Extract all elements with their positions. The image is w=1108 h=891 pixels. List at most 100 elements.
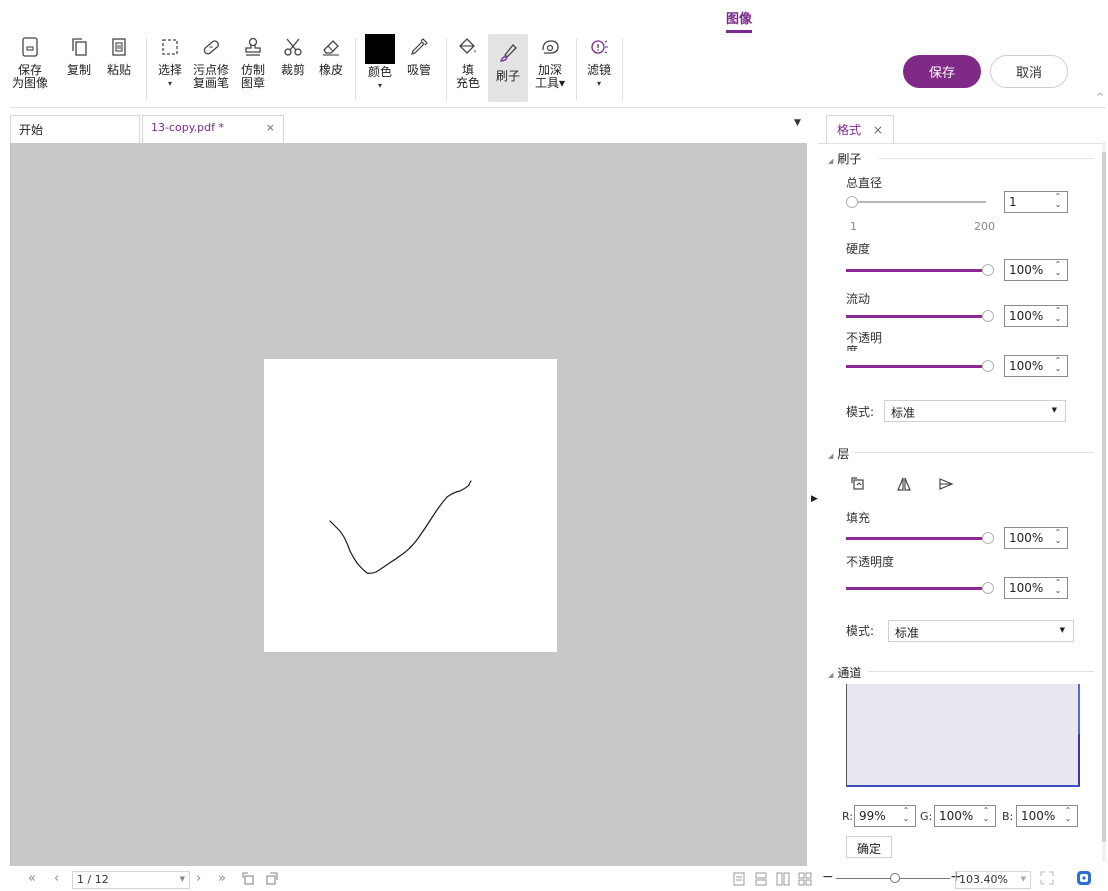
layer-opacity-input[interactable]: 100% ⌃ ⌄ [1004, 577, 1068, 599]
image-page[interactable] [264, 359, 557, 652]
tool-label: 图章 [240, 76, 265, 90]
tab-format[interactable]: 格式 × [826, 115, 894, 143]
spin-arrows-icon[interactable]: ⌃ ⌄ [900, 807, 912, 825]
zoom-slider[interactable] [836, 873, 950, 883]
copy-icon [66, 34, 92, 60]
tool-spot-heal[interactable]: 污点修 复画笔 [189, 34, 233, 90]
channel-curve-graph[interactable] [846, 684, 1080, 787]
tool-brush[interactable]: 刷子 [488, 34, 528, 102]
zoom-level-input[interactable]: 103.40% ▼ [955, 871, 1031, 889]
zoom-slider-knob[interactable] [890, 873, 900, 883]
tool-fill[interactable]: 填 充色 [451, 34, 485, 90]
hardness-input[interactable]: 100% ⌃ ⌄ [1004, 259, 1068, 281]
tool-label: 刷子 [495, 69, 520, 83]
two-page-view-icon[interactable] [776, 872, 790, 889]
assistant-icon[interactable] [1076, 870, 1092, 889]
tool-save-as-image[interactable]: 保存 为图像 [10, 34, 50, 90]
flip-horizontal-icon[interactable] [896, 476, 912, 495]
first-page-icon[interactable]: « [28, 871, 36, 886]
color-swatch [365, 34, 395, 64]
scrollbar-thumb[interactable] [1102, 152, 1106, 842]
slider-knob[interactable] [982, 532, 994, 544]
prev-page-icon[interactable]: ‹ [54, 871, 59, 886]
close-icon[interactable]: × [266, 121, 275, 134]
panel-toggle-icon[interactable]: ▶ [811, 494, 818, 504]
tool-eraser[interactable]: 橡皮 [314, 34, 348, 77]
image-canvas[interactable] [10, 143, 807, 866]
spin-arrows-icon[interactable]: ⌃ ⌄ [1052, 307, 1064, 325]
next-page-icon[interactable]: › [196, 871, 201, 886]
fill-input[interactable]: 100% ⌃ ⌄ [1004, 527, 1068, 549]
slider-knob[interactable] [982, 582, 994, 594]
panel-scrollbar[interactable] [1102, 142, 1106, 862]
extract-page-icon[interactable] [264, 872, 278, 889]
paint-bucket-icon [455, 34, 481, 60]
spin-arrows-icon[interactable]: ⌃ ⌄ [980, 807, 992, 825]
chevron-down-icon: ▼ [179, 875, 185, 883]
page-number-input[interactable]: 1 / 12 ▼ [72, 871, 190, 889]
collapse-ribbon-icon[interactable]: ^ [1096, 92, 1104, 103]
tool-filter[interactable]: 滤镜 ▾ [582, 34, 616, 90]
tool-label: 颜色 [367, 65, 392, 79]
hardness-slider[interactable] [846, 264, 994, 276]
tool-eyedropper[interactable]: 吸管 [402, 34, 436, 77]
close-icon[interactable]: × [873, 123, 883, 137]
cancel-button[interactable]: 取消 [990, 55, 1068, 88]
g-input[interactable]: 100% ⌃ ⌄ [934, 805, 996, 827]
tab-document[interactable]: 13-copy.pdf * × [142, 115, 284, 143]
single-page-view-icon[interactable] [732, 872, 746, 889]
diameter-input[interactable]: 1 ⌃ ⌄ [1004, 191, 1068, 213]
spin-arrows-icon[interactable]: ⌃ ⌄ [1052, 193, 1064, 211]
section-layer-header[interactable]: ◢ 层 [828, 445, 849, 462]
tab-label: 13-copy.pdf * [151, 121, 224, 134]
save-button[interactable]: 保存 [903, 55, 981, 88]
spin-arrows-icon[interactable]: ⌃ ⌄ [1052, 261, 1064, 279]
ribbon-tab-image[interactable]: 图像 [726, 8, 753, 33]
fullscreen-icon[interactable] [1040, 871, 1054, 888]
spin-arrows-icon[interactable]: ⌃ ⌄ [1052, 529, 1064, 547]
spin-arrows-icon[interactable]: ⌃ ⌄ [1062, 807, 1074, 825]
slider-knob[interactable] [846, 196, 858, 208]
tool-paste[interactable]: 粘贴 [102, 34, 136, 77]
diameter-slider[interactable] [846, 196, 992, 208]
continuous-view-icon[interactable] [754, 872, 768, 889]
brush-mode-select[interactable]: 标准 ▼ [884, 400, 1066, 422]
brush-stroke [329, 480, 472, 574]
diameter-max: 200 [974, 220, 995, 233]
slider-knob[interactable] [982, 360, 994, 372]
rotate-page-icon[interactable] [242, 872, 256, 889]
slider-knob[interactable] [982, 264, 994, 276]
fill-slider[interactable] [846, 532, 994, 544]
brush-opacity-slider[interactable] [846, 360, 994, 372]
flow-input[interactable]: 100% ⌃ ⌄ [1004, 305, 1068, 327]
channel-ok-button[interactable]: 确定 [846, 836, 892, 858]
flip-vertical-icon[interactable] [938, 476, 954, 495]
tab-home[interactable]: 开始 [10, 115, 140, 143]
tool-burn[interactable]: 加深 工具▾ [532, 34, 568, 90]
tool-select[interactable]: 选择 ▾ [153, 34, 187, 90]
spin-value: 100% [1009, 581, 1044, 595]
b-input[interactable]: 100% ⌃ ⌄ [1016, 805, 1078, 827]
tool-color[interactable]: 颜色 ▾ [362, 34, 398, 92]
last-page-icon[interactable]: » [218, 871, 226, 886]
rotate-icon[interactable] [850, 476, 866, 495]
two-page-continuous-icon[interactable] [798, 872, 812, 889]
slider-knob[interactable] [982, 310, 994, 322]
tabs-menu-icon[interactable]: ▼ [794, 118, 801, 128]
diameter-label: 总直径 [846, 176, 883, 190]
tool-copy[interactable]: 复制 [62, 34, 96, 77]
zoom-out-button[interactable]: − [822, 869, 834, 885]
layer-mode-select[interactable]: 标准 ▼ [888, 620, 1074, 642]
r-input[interactable]: 99% ⌃ ⌄ [854, 805, 916, 827]
tool-label: 复画笔 [192, 76, 229, 90]
brush-opacity-input[interactable]: 100% ⌃ ⌄ [1004, 355, 1068, 377]
format-panel: 格式 × ◢ 刷子 总直径 1 ⌃ ⌄ 1 200 硬度 100% ⌃ ⌄ 流动 10… [818, 112, 1106, 867]
flow-slider[interactable] [846, 310, 994, 322]
spin-arrows-icon[interactable]: ⌃ ⌄ [1052, 579, 1064, 597]
tool-clone-stamp[interactable]: 仿制 图章 [236, 34, 270, 90]
section-brush-header[interactable]: ◢ 刷子 [828, 150, 861, 167]
spin-arrows-icon[interactable]: ⌃ ⌄ [1052, 357, 1064, 375]
section-channel-header[interactable]: ◢ 通道 [828, 664, 861, 681]
layer-opacity-slider[interactable] [846, 582, 994, 594]
tool-crop[interactable]: 裁剪 [276, 34, 310, 77]
